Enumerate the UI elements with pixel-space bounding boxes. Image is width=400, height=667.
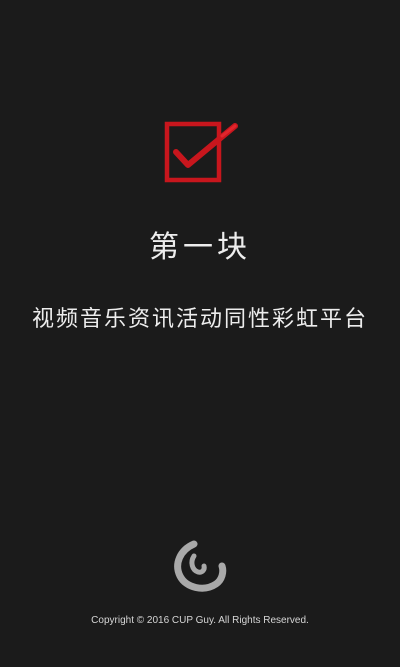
splash-screen: 第一块 视频音乐资讯活动同性彩虹平台 Copyright © 2016 CUP … bbox=[0, 0, 400, 667]
red-checkbox-check-icon bbox=[164, 121, 238, 183]
spiral-swirl-icon bbox=[174, 540, 227, 592]
copyright-text: Copyright © 2016 CUP Guy. All Rights Res… bbox=[91, 615, 309, 626]
app-tagline: 视频音乐资讯活动同性彩虹平台 bbox=[31, 307, 368, 332]
app-headline: 第一块 bbox=[149, 230, 251, 265]
